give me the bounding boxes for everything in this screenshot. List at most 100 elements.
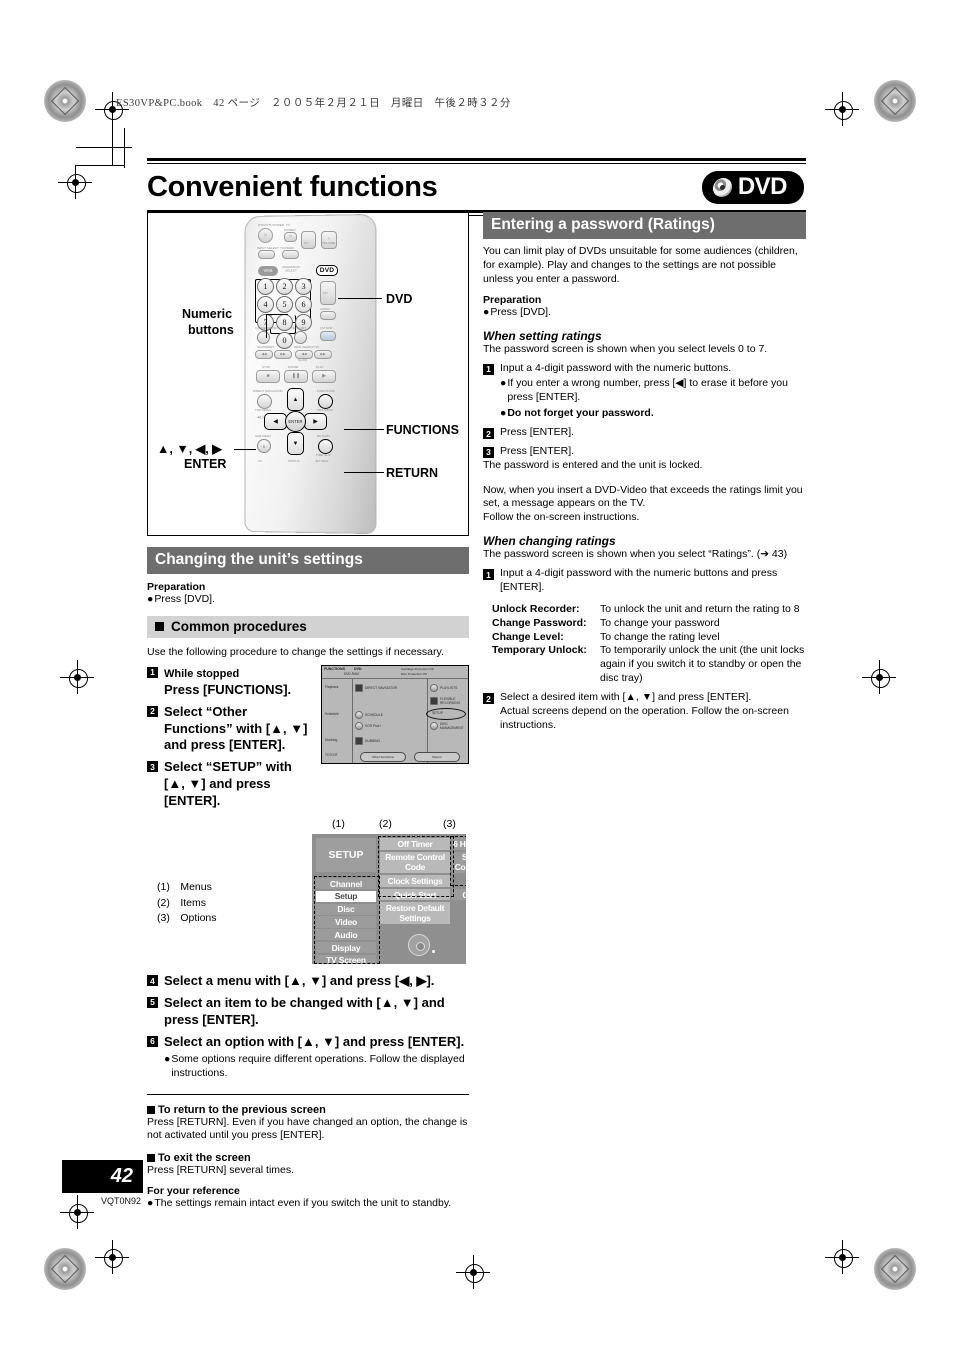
crop-mark-left-mid	[60, 660, 94, 694]
marker-1: (1)	[332, 818, 345, 831]
subsection-label: Common procedures	[171, 618, 307, 634]
legend-items: (2) Items	[157, 896, 207, 909]
input-select-button[interactable]	[258, 250, 275, 259]
cancel-reset-button[interactable]	[257, 331, 270, 344]
numeric-button-3[interactable]: 3	[295, 278, 312, 295]
functions-button[interactable]	[318, 394, 333, 409]
functions-item-disc-management[interactable]: DISC MANAGEMENT	[430, 721, 468, 730]
remote-label-skip-index: SKIP/INDEX	[257, 345, 275, 349]
crop-mark-bottom-center	[456, 1255, 490, 1289]
items-dashed-outline	[378, 836, 454, 898]
arrow-up-button[interactable]: ▲	[287, 388, 304, 411]
title-rule-top	[147, 158, 806, 161]
arrow-down-button[interactable]: ▼	[287, 432, 304, 455]
step-3-line-3: [ENTER].	[164, 793, 221, 809]
remote-label-cm-skip: CM SKIP	[320, 326, 333, 330]
functions-row-label-dubbing: Dubbing	[325, 737, 338, 742]
numeric-button-0[interactable]: 0	[276, 332, 293, 349]
term-change-password: Change Password:	[492, 616, 587, 629]
password-step-number-3: 3	[483, 446, 494, 458]
callout-enter: ENTER	[184, 457, 227, 471]
numeric-button-1[interactable]: 1	[257, 278, 274, 295]
heading-return-previous: To return to the previous screen	[147, 1104, 469, 1116]
numeric-button-6[interactable]: 6	[295, 296, 312, 313]
functions-item-vcr-plus[interactable]: VCR Plus+	[355, 721, 381, 730]
remote-label-operation-select: OPERATION SELECT	[282, 265, 300, 273]
remote-label-top-menu: TOP MENU	[255, 408, 272, 412]
functions-item-dubbing[interactable]: DUBBING	[355, 736, 380, 745]
functions-item-flexible-recording[interactable]: FLEXIBLE RECORDING	[430, 696, 468, 705]
disc-icon	[711, 177, 733, 197]
page-title: Convenient functions	[147, 171, 438, 203]
dubbing-icon	[355, 736, 363, 745]
audio-button[interactable]	[320, 311, 336, 320]
callout-leader-enter	[234, 449, 256, 450]
volume-button[interactable]: +	[321, 231, 337, 249]
pause-button[interactable]: ❚❚	[284, 370, 308, 383]
legend-options: (3) Options	[157, 912, 217, 925]
definition-row-temporary-unlock: Temporary Unlock: To temporarily unlock …	[483, 644, 806, 686]
dvd-button[interactable]: DVD	[316, 265, 338, 276]
ff-search-button[interactable]: ▶▶	[314, 350, 332, 359]
text-for-your-reference: ● The settings remain intact even if you …	[147, 1197, 452, 1210]
tv-video-button[interactable]	[282, 250, 299, 259]
right-column: Entering a password (Ratings) You can li…	[483, 212, 806, 733]
square-bullet-icon-return	[147, 1105, 155, 1114]
page-number-badge: 42	[62, 1160, 143, 1193]
remote-label-ch-2: CH	[323, 291, 328, 295]
vhs-button[interactable]: VHS	[258, 266, 278, 276]
password-step-1: 1 Input a 4-digit password with the nume…	[483, 362, 806, 376]
flexible-recording-icon	[430, 696, 438, 705]
password-step-1-sub-2: ● Do not forget your password.	[500, 407, 654, 420]
numeric-button-5[interactable]: 5	[276, 296, 293, 313]
step-4: 4 Select a menu with [▲, ▼] and press [◀…	[147, 973, 469, 990]
password-step-number-2: 2	[483, 428, 494, 440]
functions-item-direct-navigator[interactable]: DIRECT NAVIGATOR	[355, 683, 397, 692]
sub-menu-button[interactable]: S	[257, 439, 271, 453]
changing-step-2-text: Select a desired item with [▲, ▼] and pr…	[500, 691, 752, 704]
cm-skip-button[interactable]	[320, 331, 336, 341]
step-1: 1 While stopped Press [FUNCTIONS].	[147, 665, 315, 699]
file-header-text: ES30VP&PC.book 42 ページ ２００５年２月２１日 月曜日 午後２…	[116, 98, 511, 109]
arrow-left-button[interactable]: ◀	[264, 413, 287, 430]
callout-leader-numeric-v	[266, 314, 267, 338]
functions-item-schedule[interactable]: SCHEDULE	[355, 710, 383, 719]
return-button[interactable]	[318, 439, 333, 454]
setup-item-restore-default-settings[interactable]: Restore Default Settings	[380, 902, 450, 924]
direct-navigator-button[interactable]	[257, 394, 272, 409]
step-number-4: 4	[147, 975, 158, 987]
text-list-button[interactable]	[294, 331, 307, 344]
skip-forward-button[interactable]: ▶▶	[274, 350, 292, 359]
desc-change-level: To change the rating level	[600, 630, 720, 643]
setup-screen-figure: (1) (2) (3) SETUP Channel Setup Disc Vid…	[147, 818, 469, 968]
return-button-screen[interactable]: Return	[414, 751, 460, 762]
skip-back-button[interactable]: ◀◀	[255, 350, 273, 359]
tv-power-button[interactable]: ⏻	[284, 232, 297, 242]
changing-step-2-note: Actual screens depend on the operation. …	[500, 704, 789, 731]
remote-label-return: RETURN	[317, 434, 330, 438]
enter-button[interactable]: ENTER	[285, 411, 306, 432]
stop-button[interactable]: ■	[256, 370, 280, 383]
play-button[interactable]: ▶	[312, 370, 336, 383]
arrow-right-button[interactable]: ▶	[304, 413, 327, 430]
step-3-line-2: [▲, ▼] and press	[164, 776, 271, 792]
heading-when-setting-ratings: When setting ratings	[483, 328, 602, 343]
setup-option-quick-start-value[interactable]: On	[452, 888, 466, 901]
callout-numeric-line2: buttons	[188, 323, 234, 337]
remote-label-stop: STOP	[262, 365, 271, 369]
dvd-badge-label: DVD	[737, 173, 788, 200]
crop-mark-bottom-right	[825, 1240, 859, 1274]
pad-dot-icon	[432, 950, 435, 954]
numeric-button-4[interactable]: 4	[257, 296, 274, 313]
other-functions-button[interactable]: Other Functions	[360, 751, 406, 762]
heading-for-your-reference: For your reference	[147, 1185, 240, 1198]
functions-item-playlists[interactable]: PLAYLISTS	[430, 683, 457, 692]
setting-ratings-intro: The password screen is shown when you se…	[483, 342, 768, 355]
preparation-item-left: ● Press [DVD].	[147, 593, 216, 605]
numeric-button-2[interactable]: 2	[276, 278, 293, 295]
section-header-entering-password: Entering a password (Ratings)	[483, 212, 806, 239]
ch-button[interactable]	[301, 231, 316, 249]
changing-step-number-2: 2	[483, 693, 494, 705]
power-button[interactable]: ⏻	[258, 228, 273, 243]
step-number-3: 3	[147, 761, 158, 773]
